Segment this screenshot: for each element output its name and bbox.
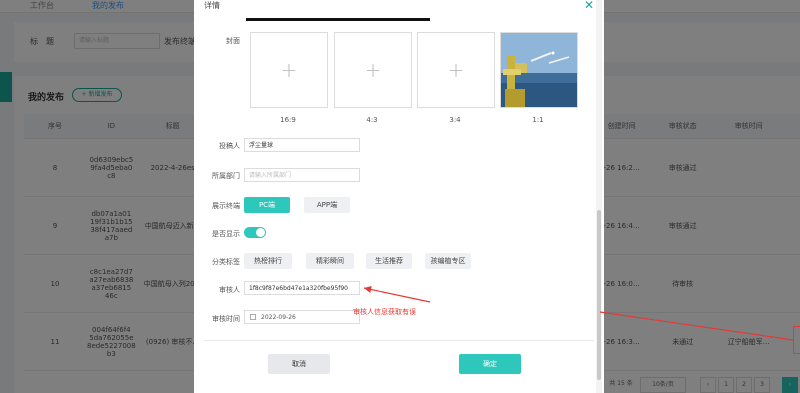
- author-input[interactable]: 浮尘量球: [244, 138, 360, 152]
- category-tag[interactable]: 精彩瞬间: [306, 253, 354, 269]
- category-tag[interactable]: 生活推荐: [366, 253, 412, 269]
- cover-image-1-1[interactable]: [500, 32, 578, 108]
- footer-divider: [204, 340, 594, 341]
- redacted-bar: [246, 18, 430, 21]
- plus-icon: +: [364, 58, 382, 82]
- calendar-icon: [250, 314, 256, 320]
- cover-upload-3-4[interactable]: +: [417, 32, 495, 108]
- category-tag[interactable]: 热榜排行: [244, 253, 292, 269]
- visible-label: 是否显示: [212, 230, 240, 238]
- author-label: 投稿人: [219, 142, 240, 150]
- confirm-button[interactable]: 确定: [459, 354, 521, 374]
- scrollbar-thumb[interactable]: [597, 210, 601, 380]
- cover-upload-16-9[interactable]: +: [250, 32, 328, 108]
- cover-label: 封面: [226, 37, 240, 45]
- ratio-label: 4:3: [366, 116, 378, 124]
- category-tag[interactable]: 孩编植专区: [425, 253, 471, 269]
- ratio-label: 1:1: [532, 116, 544, 124]
- terminal-app-button[interactable]: APP端: [304, 197, 350, 213]
- highlight-box: [793, 326, 800, 354]
- review-time-input[interactable]: 2022-09-26: [244, 310, 360, 324]
- annotation-text: 审核人信息获取有误: [353, 308, 416, 316]
- review-time-value: 2022-09-26: [261, 314, 296, 321]
- detail-modal: 详情 ✕ 封面 + + + 16:9 4:3 3:4 1:1 投稿人 浮尘量球 …: [194, 0, 604, 393]
- terminal-pc-button[interactable]: PC端: [244, 197, 290, 213]
- visible-toggle[interactable]: [244, 227, 266, 238]
- toggle-knob: [256, 228, 265, 237]
- plus-icon: +: [280, 58, 298, 82]
- plus-icon: +: [447, 58, 465, 82]
- close-icon[interactable]: ✕: [584, 0, 594, 12]
- review-time-label: 审核时间: [212, 315, 240, 323]
- cover-photo-image: [501, 33, 577, 107]
- cancel-button[interactable]: 取消: [268, 354, 330, 374]
- cover-upload-4-3[interactable]: +: [334, 32, 412, 108]
- modal-title: 详情: [204, 1, 220, 10]
- ratio-label: 3:4: [449, 116, 461, 124]
- ratio-label: 16:9: [280, 116, 296, 124]
- dept-input[interactable]: 请输入所属部门: [244, 168, 360, 182]
- dept-label: 所属部门: [212, 172, 240, 180]
- reviewer-input[interactable]: 1f8c9f87e6bd47e1a320fbe95f90: [244, 281, 360, 295]
- category-label: 分类标签: [212, 258, 240, 266]
- terminal-label: 展示终端: [212, 202, 240, 210]
- reviewer-label: 审核人: [219, 286, 240, 294]
